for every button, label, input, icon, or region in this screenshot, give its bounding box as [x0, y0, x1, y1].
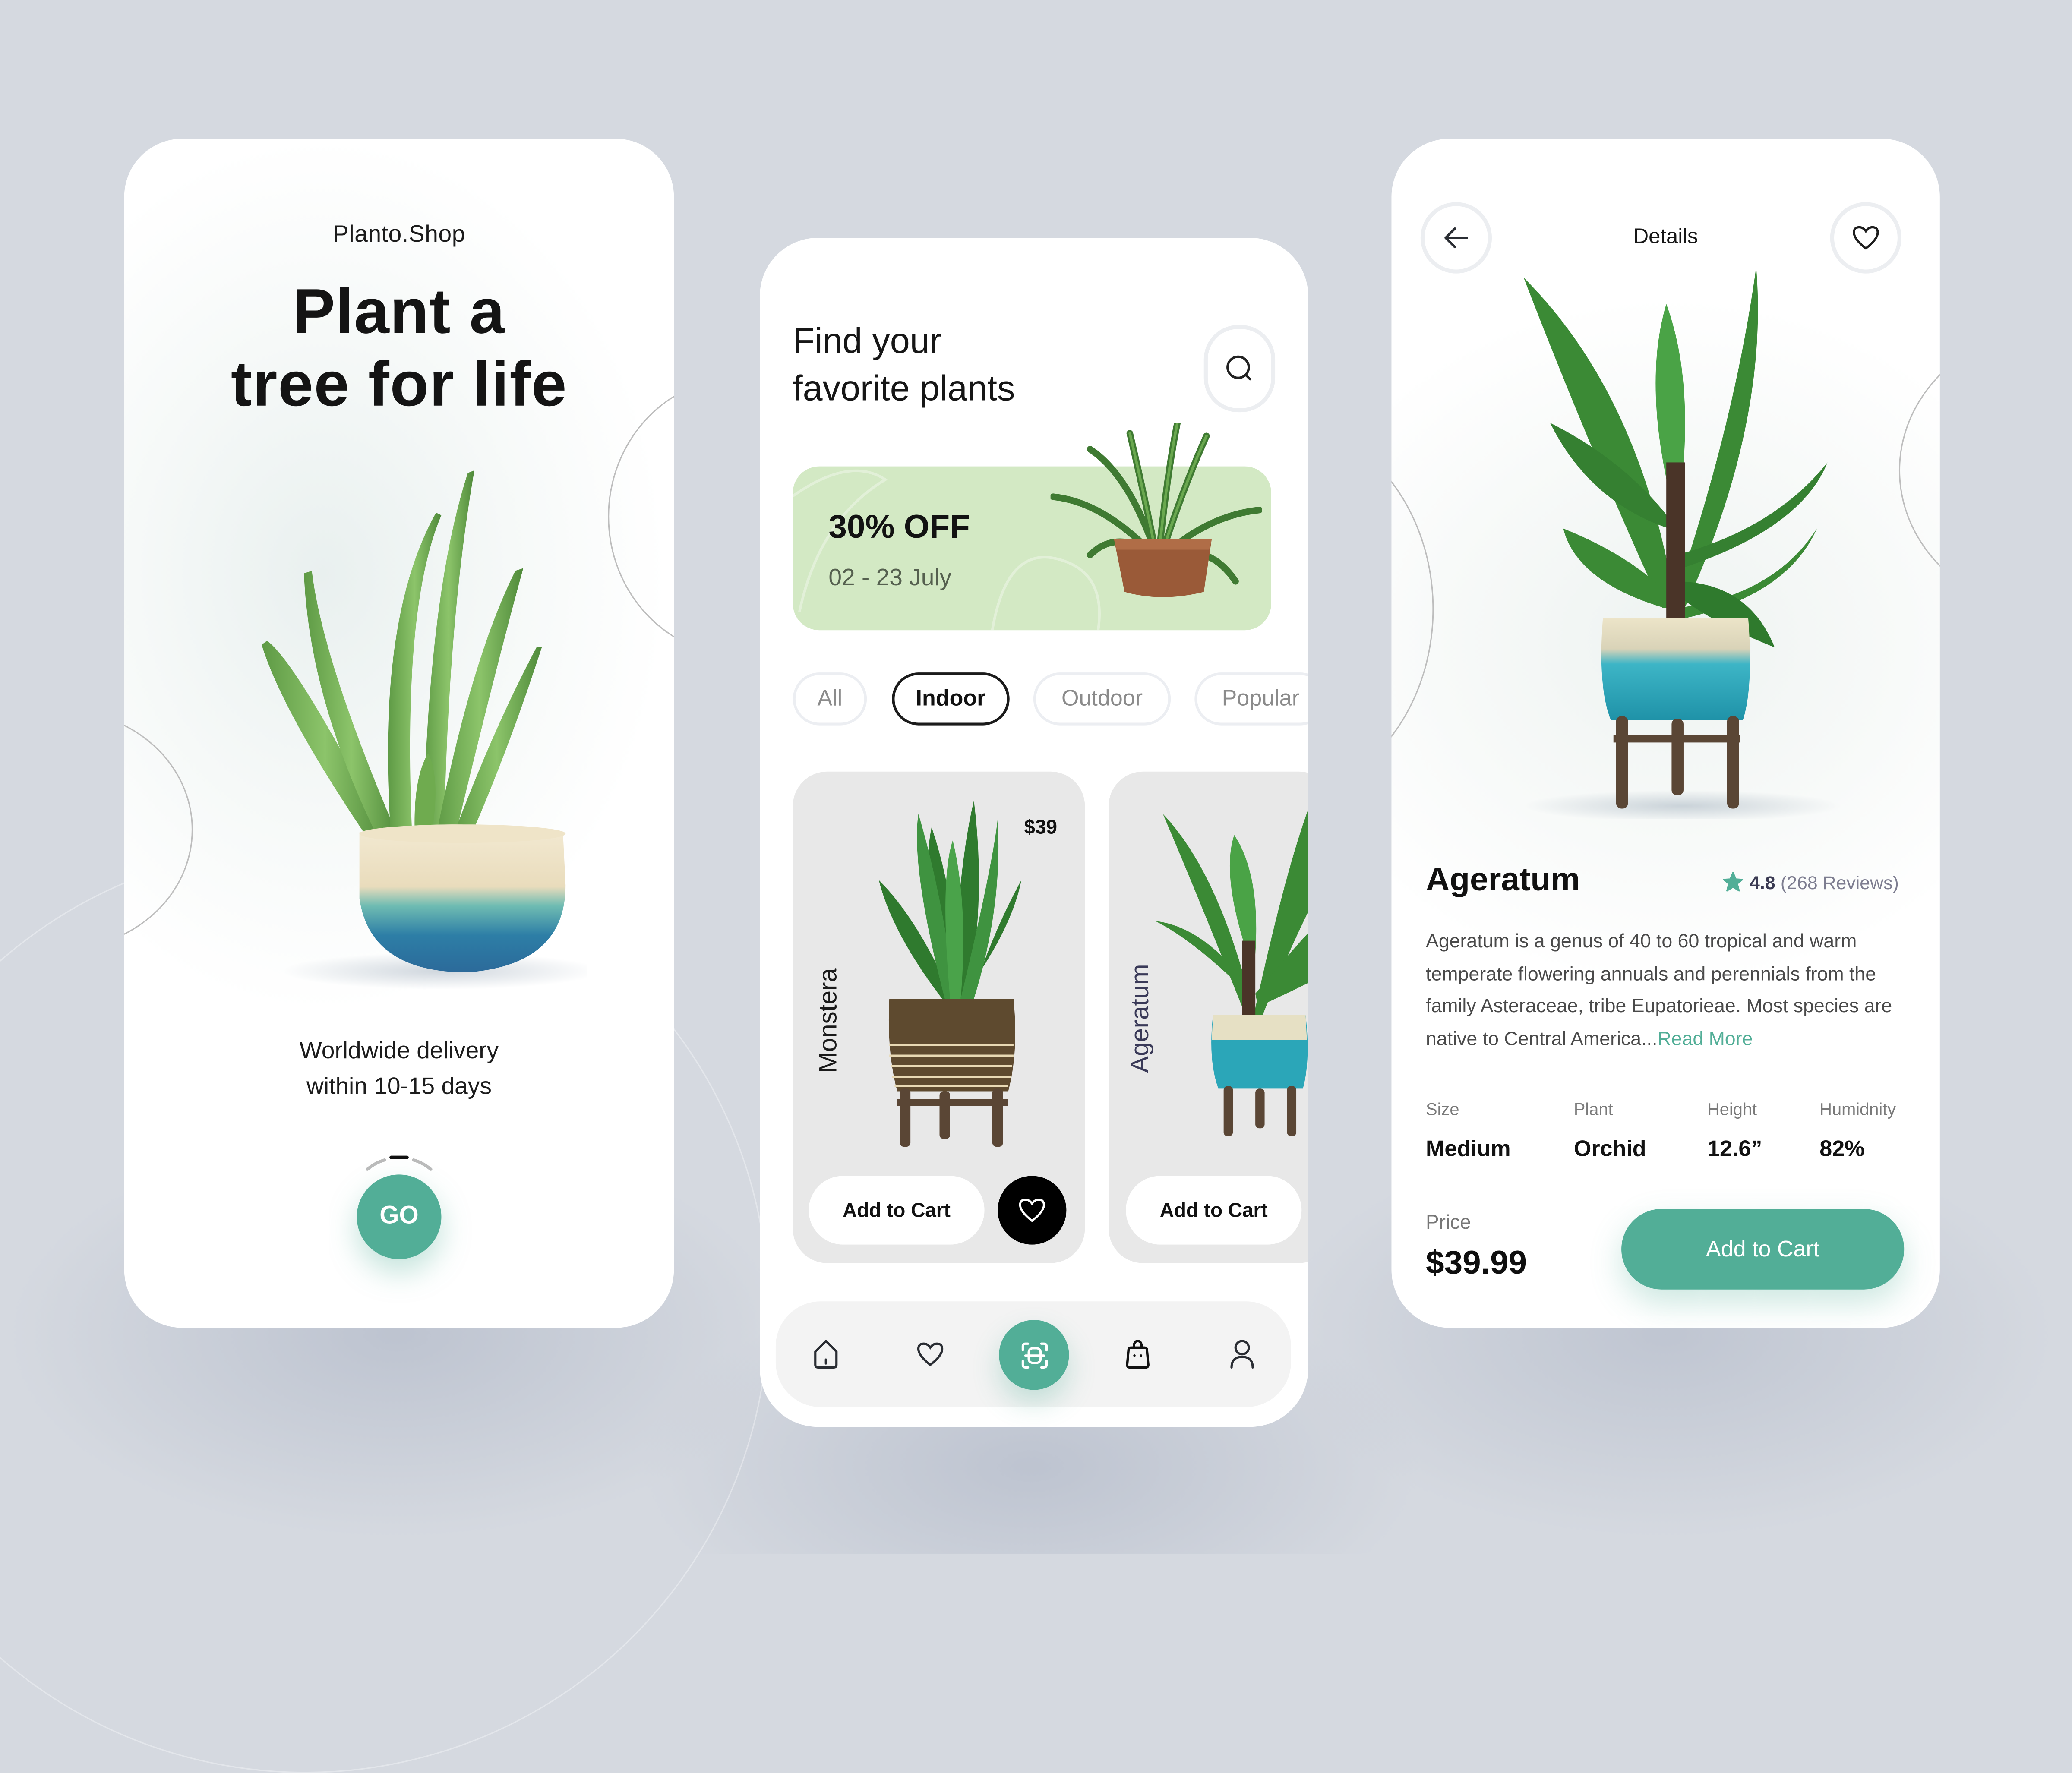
rating-value: 4.8	[1750, 871, 1775, 893]
spec-size: Size Medium	[1426, 1099, 1511, 1163]
product-card[interactable]: $39 Monstera Add to Cart	[793, 771, 1085, 1263]
product-card[interactable]: Ageratum Add to Cart	[1109, 771, 1308, 1263]
spec-value: 82%	[1819, 1136, 1865, 1161]
read-more-link[interactable]: Read More	[1657, 1028, 1753, 1050]
spec-value: Orchid	[1573, 1136, 1646, 1161]
favorite-button[interactable]	[1830, 202, 1902, 274]
hero-headline: Plant a tree for life	[124, 276, 674, 422]
decor-arc	[1391, 416, 1434, 802]
price-label: Price	[1426, 1211, 1471, 1234]
browse-screen: Find your favorite plants 30% OFF 02 - 2…	[760, 238, 1308, 1427]
spec-label: Size	[1426, 1099, 1459, 1119]
onboarding-screen: Planto.Shop Plant a tree for life Worldw…	[124, 139, 674, 1328]
spec-height: Height 12.6”	[1707, 1099, 1762, 1163]
monstera-image	[865, 787, 1037, 1151]
heart-icon	[916, 1341, 944, 1367]
ageratum-hero-image	[1510, 264, 1880, 819]
spec-label: Plant	[1573, 1099, 1613, 1119]
promo-dates: 02 - 23 July	[828, 564, 952, 591]
category-chip-indoor[interactable]: Indoor	[892, 672, 1010, 726]
spec-value: 12.6”	[1707, 1136, 1762, 1161]
product-rating: 4.8 (268 Reviews)	[1722, 871, 1899, 893]
category-chip-all[interactable]: All	[793, 672, 867, 726]
review-count: (268 Reviews)	[1780, 871, 1899, 893]
nav-home[interactable]	[805, 1333, 847, 1375]
heart-icon	[1851, 224, 1880, 251]
category-chip-outdoor[interactable]: Outdoor	[1033, 672, 1171, 726]
page-title: Find your favorite plants	[793, 317, 1015, 412]
pager-dot	[366, 1158, 386, 1171]
delivery-line2: within 10-15 days	[306, 1073, 492, 1099]
delivery-line1: Worldwide delivery	[299, 1037, 499, 1064]
promo-plant-image	[1050, 423, 1262, 608]
add-to-cart-button[interactable]: Add to Cart	[809, 1176, 985, 1245]
heart-icon	[1017, 1197, 1046, 1223]
nav-favorites[interactable]	[909, 1333, 951, 1375]
spec-value: Medium	[1426, 1136, 1511, 1161]
spec-label: Humidnity	[1819, 1099, 1896, 1119]
snake-plant-image	[243, 462, 587, 991]
title-line2: favorite plants	[793, 369, 1015, 408]
product-description: Ageratum is a genus of 40 to 60 tropical…	[1426, 926, 1915, 1056]
onboarding-pager	[362, 1153, 436, 1172]
showcase-canvas: Planto.Shop Plant a tree for life Worldw…	[0, 0, 2072, 1773]
decor-arc	[1898, 323, 1940, 617]
brand-name: Planto.Shop	[332, 221, 465, 247]
product-name: Ageratum	[1127, 964, 1155, 1073]
add-to-cart-button[interactable]: Add to Cart	[1621, 1208, 1905, 1290]
hero-headline-line1: Plant a	[293, 277, 505, 348]
price-value: $39.99	[1426, 1244, 1527, 1282]
star-icon	[1722, 871, 1744, 893]
category-chip-popular[interactable]: Popular	[1194, 672, 1308, 726]
nav-profile[interactable]	[1221, 1333, 1263, 1375]
title-line1: Find your	[793, 321, 942, 361]
add-to-cart-button[interactable]: Add to Cart	[1126, 1176, 1302, 1245]
bottom-nav	[775, 1301, 1291, 1407]
user-icon	[1228, 1338, 1257, 1370]
nav-scan[interactable]	[999, 1320, 1069, 1390]
product-title: Ageratum	[1426, 861, 1580, 899]
hero-headline-line2: tree for life	[231, 350, 568, 420]
promo-discount: 30% OFF	[828, 508, 970, 546]
decor-arc	[124, 709, 193, 950]
spec-label: Height	[1707, 1099, 1757, 1119]
scan-icon	[1018, 1339, 1050, 1371]
product-name: Monstera	[815, 968, 843, 1073]
ageratum-image	[1155, 795, 1308, 1139]
details-screen: Details Ageratum 4.8 (268 Reviews) Agera…	[1391, 139, 1940, 1328]
home-icon	[812, 1338, 840, 1370]
spec-plant: Plant Orchid	[1574, 1099, 1646, 1163]
go-button[interactable]: GO	[357, 1174, 442, 1259]
spec-humidity: Humidnity 82%	[1819, 1099, 1896, 1163]
bag-icon	[1123, 1338, 1152, 1370]
nav-bag[interactable]	[1117, 1333, 1159, 1375]
pager-dot	[412, 1158, 433, 1171]
favorite-button[interactable]	[998, 1176, 1067, 1245]
search-button[interactable]	[1203, 325, 1276, 413]
delivery-info: Worldwide delivery within 10-15 days	[124, 1033, 674, 1104]
search-icon	[1225, 354, 1254, 383]
